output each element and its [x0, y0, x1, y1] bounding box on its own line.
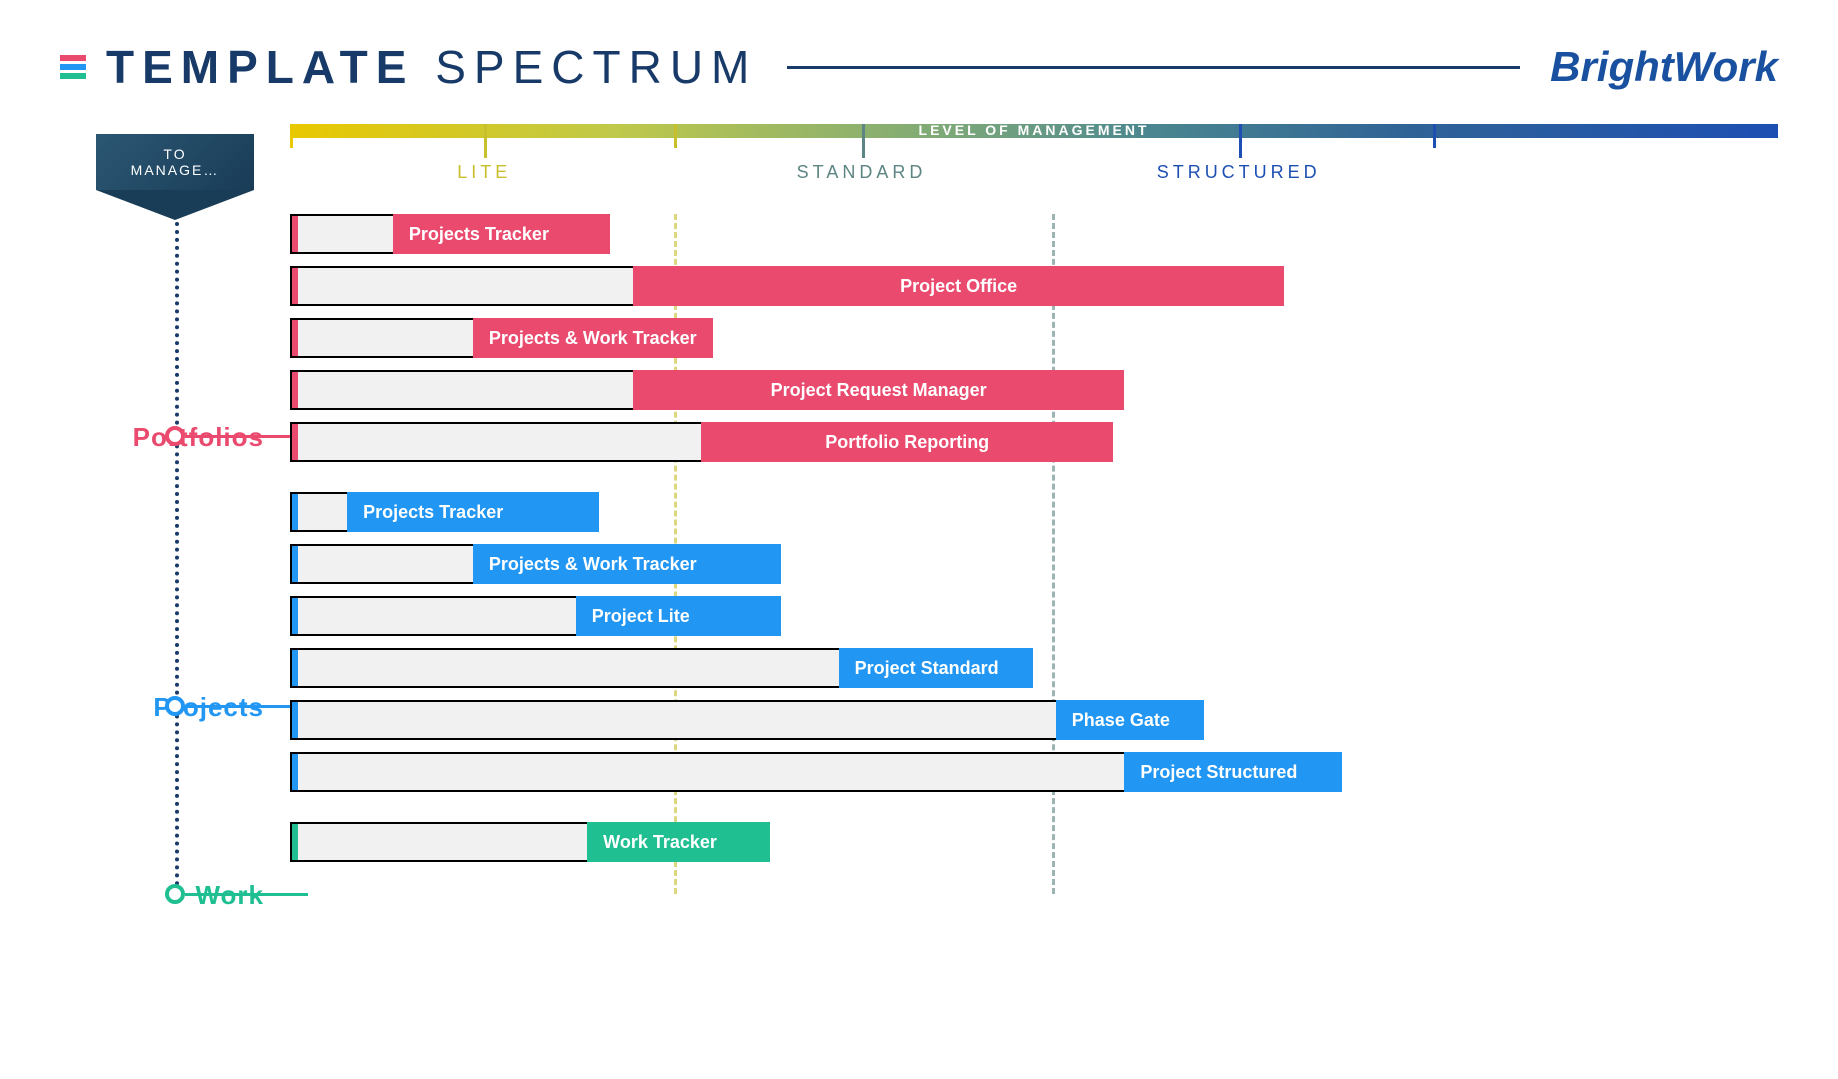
bar-fill: Work Tracker	[587, 822, 770, 862]
level-header: LEVEL OF MANAGEMENT LITE STANDARD STRUCTUR…	[290, 124, 1778, 214]
bar-fill: Projects Tracker	[393, 214, 610, 254]
title-divider	[787, 66, 1520, 69]
bar-fill: Projects & Work Tracker	[473, 318, 713, 358]
bar-accent	[292, 372, 298, 408]
level-label-lite: LITE	[457, 162, 511, 183]
end-tick	[674, 124, 677, 148]
bar-row: Project Standard	[290, 648, 1778, 688]
bar-fill: Projects Tracker	[347, 492, 598, 532]
title-part-a: TEMPLATE	[106, 41, 414, 93]
bar-row: Portfolio Reporting	[290, 422, 1778, 462]
level-label-structured: STRUCTURED	[1157, 162, 1321, 183]
bar-accent	[292, 824, 298, 860]
category-column: TO MANAGE… PortfoliosProjectsWork	[60, 124, 290, 892]
level-label-standard: STANDARD	[797, 162, 927, 183]
title-block: TEMPLATE SPECTRUM	[60, 40, 757, 94]
bar-row: Projects & Work Tracker	[290, 544, 1778, 584]
bar-fill: Portfolio Reporting	[701, 422, 1112, 462]
bar-row: Work Tracker	[290, 822, 1778, 862]
bar-accent	[292, 754, 298, 790]
level-tick-lite	[484, 124, 487, 158]
bar-row: Project Lite	[290, 596, 1778, 636]
bar-fill: Project Standard	[839, 648, 1033, 688]
level-header-title: LEVEL OF MANAGEMENT	[290, 122, 1778, 138]
bar-accent	[292, 546, 298, 582]
bar-group-portfolios: Projects Tracker Project Office Projects &…	[290, 214, 1778, 462]
page-header: TEMPLATE SPECTRUM BrightWork	[60, 40, 1778, 94]
page-title: TEMPLATE SPECTRUM	[106, 40, 757, 94]
category-dot-portfolios	[165, 426, 185, 446]
bar-accent	[292, 268, 298, 304]
spectrum-diagram: TO MANAGE… PortfoliosProjectsWork LEVEL …	[60, 124, 1778, 892]
bar-row: Project Request Manager	[290, 370, 1778, 410]
level-tick-standard	[862, 124, 865, 158]
bar-fill: Project Structured	[1124, 752, 1341, 792]
category-connector-work	[185, 893, 308, 896]
bar-row: Projects & Work Tracker	[290, 318, 1778, 358]
bar-row: Project Office	[290, 266, 1778, 306]
level-tick-structured	[1239, 124, 1242, 158]
bar-fill: Project Lite	[576, 596, 782, 636]
bar-accent	[292, 702, 298, 738]
chart-column: LEVEL OF MANAGEMENT LITE STANDARD STRUCTUR…	[290, 124, 1778, 892]
to-manage-line2: MANAGE…	[131, 162, 220, 178]
bar-fill: Projects & Work Tracker	[473, 544, 782, 584]
end-tick	[290, 124, 293, 148]
bar-row: Project Structured	[290, 752, 1778, 792]
bar-accent	[292, 424, 298, 460]
category-spine	[175, 222, 179, 902]
bar-row: Projects Tracker	[290, 214, 1778, 254]
bar-accent	[292, 598, 298, 634]
bar-group-work: Work Tracker	[290, 822, 1778, 862]
bar-accent	[292, 494, 298, 530]
bar-fill: Project Request Manager	[633, 370, 1124, 410]
bar-fill: Project Office	[633, 266, 1285, 306]
to-manage-line1: TO	[163, 146, 186, 162]
brand-logo: BrightWork	[1550, 43, 1778, 91]
title-part-b: SPECTRUM	[435, 41, 757, 93]
template-icon	[60, 55, 86, 79]
bar-fill: Phase Gate	[1056, 700, 1205, 740]
bar-row: Projects Tracker	[290, 492, 1778, 532]
category-dot-projects	[165, 696, 185, 716]
to-manage-badge: TO MANAGE…	[96, 134, 254, 190]
bar-row: Phase Gate	[290, 700, 1778, 740]
bar-accent	[292, 320, 298, 356]
bar-accent	[292, 650, 298, 686]
bar-accent	[292, 216, 298, 252]
category-dot-work	[165, 884, 185, 904]
end-tick	[1433, 124, 1436, 148]
bar-group-projects: Projects Tracker Projects & Work Tracker P…	[290, 492, 1778, 792]
